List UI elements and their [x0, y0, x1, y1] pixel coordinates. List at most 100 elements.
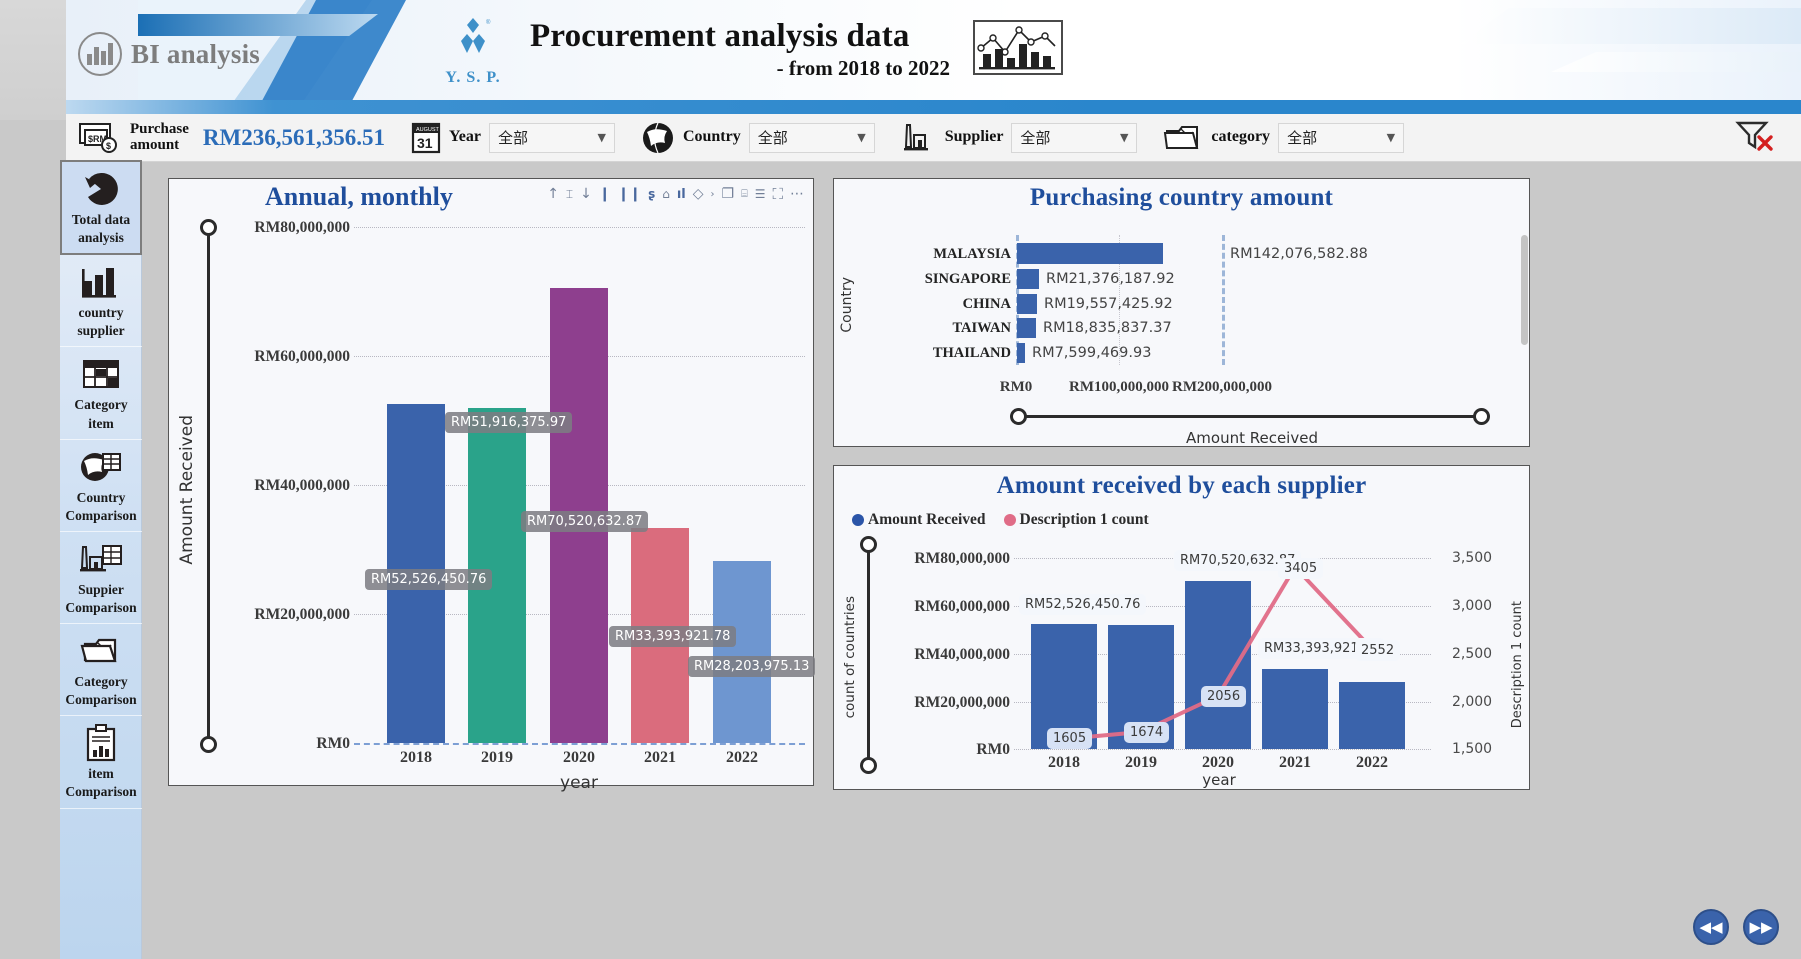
sidebar-item-label: Country: [76, 489, 126, 505]
anchor-icon[interactable]: ⌂: [662, 187, 670, 201]
chevron-icon[interactable]: ›: [711, 189, 715, 200]
country-x-slider-knob-right[interactable]: [1473, 408, 1490, 425]
supplier-x-tick: 2021: [1279, 754, 1311, 771]
annual-y-slider-knob-bottom[interactable]: [200, 736, 217, 753]
clear-filters-button[interactable]: [1735, 118, 1775, 157]
hbar-singapore[interactable]: [1017, 269, 1039, 289]
annual-panel-toolbar[interactable]: ↑ ⌶ ↓ ❙ ❙❙ ʂ ⌂ ıl ◇ › ❐ ⌸ ☰ ⛶ ⋯: [547, 185, 805, 203]
supplier-bar-label-2018: RM52,526,450.76: [1019, 594, 1147, 615]
supplier-y-slider-knob-bottom[interactable]: [860, 757, 877, 774]
supplier-count-label-2020: 2056: [1201, 686, 1247, 707]
next-page-button[interactable]: ▶▶: [1743, 909, 1779, 945]
menu-icon[interactable]: ☰: [755, 187, 766, 201]
drill-icon[interactable]: ıl: [677, 187, 686, 202]
hbar-thailand[interactable]: [1017, 343, 1025, 363]
supplier-dropdown-value: 全部: [1020, 129, 1051, 147]
country-filter[interactable]: Country 全部 ▼: [641, 121, 875, 155]
supplier-y2-tick: 2,000: [1452, 694, 1493, 710]
sidebar-item-label: Category: [74, 397, 128, 413]
year-filter[interactable]: AUGUST 31 Year 全部 ▼: [411, 122, 615, 154]
country-x-slider-track[interactable]: [1017, 415, 1487, 418]
country-x-slider-knob-left[interactable]: [1010, 408, 1027, 425]
bar-icon[interactable]: ❙: [599, 186, 611, 202]
pin-icon[interactable]: ◇: [693, 186, 704, 202]
bar-chart-circle-icon: [78, 32, 122, 76]
country-chart-plot: Country MALAYSIA SINGAPORE CHINA TAIWAN …: [834, 217, 1531, 448]
more-icon[interactable]: ⋯: [790, 186, 805, 202]
clipboard-chart-icon: [82, 723, 120, 763]
y-tick-label: RM60,000,000: [254, 348, 350, 365]
factory-icon: [903, 123, 928, 150]
country-value-singapore: RM21,376,187.92: [1046, 271, 1175, 287]
country-dropdown[interactable]: 全部 ▼: [748, 122, 875, 153]
y-tick-label: RM20,000,000: [254, 606, 350, 623]
filter-icon[interactable]: ⌶: [566, 187, 573, 202]
supplier-count-label-2018: 1605: [1047, 728, 1093, 749]
legend-color-dot: [852, 514, 864, 526]
country-label-singapore: SINGAPORE: [924, 271, 1011, 287]
spotlight-icon[interactable]: ʂ: [648, 187, 655, 201]
supplier-dropdown[interactable]: 全部 ▼: [1011, 122, 1138, 153]
country-x-tick-2: RM200,000,000: [1172, 379, 1272, 395]
year-dropdown[interactable]: 全部 ▼: [488, 122, 615, 153]
annual-panel-header: Annual, monthly ↑ ⌶ ↓ ❙ ❙❙ ʂ ⌂ ıl ◇ › ❐ …: [169, 179, 813, 215]
purchase-amount-value: RM236,561,356.51: [202, 124, 385, 150]
columns-icon[interactable]: ❙❙: [618, 186, 641, 202]
legend-amount-received[interactable]: Amount Received: [852, 511, 986, 529]
hbar-malaysia[interactable]: [1017, 243, 1163, 264]
supplier-filter[interactable]: Supplier 全部 ▼: [901, 121, 1138, 155]
bar-2022[interactable]: [713, 561, 771, 743]
sidebar-item-label: country: [78, 305, 124, 321]
year-filter-label: Year: [448, 128, 481, 146]
supplier-y-slider-knob-top[interactable]: [860, 536, 877, 553]
country-scrollbar[interactable]: [1521, 235, 1528, 345]
annual-x-axis-title: year: [560, 773, 598, 793]
previous-page-button[interactable]: ◀◀: [1693, 909, 1729, 945]
legend-description-1-count[interactable]: Description 1 count: [1003, 511, 1149, 529]
country-label-malaysia: MALAYSIA: [933, 246, 1011, 262]
supplier-bar-2020[interactable]: [1185, 581, 1251, 749]
top-banner: BI analysis ® Y. S. P. Procurement analy…: [0, 0, 1801, 120]
table-icon[interactable]: ⌸: [741, 187, 748, 201]
country-label-thailand: THAILAND: [932, 345, 1011, 361]
annual-y-slider-track[interactable]: [207, 227, 210, 747]
chevron-down-icon: ▼: [1386, 131, 1396, 144]
supplier-y-slider-track[interactable]: [867, 544, 870, 766]
supplier-bar-2022[interactable]: [1339, 682, 1405, 749]
globe-table-icon: [79, 447, 123, 487]
hbar-china[interactable]: [1017, 294, 1037, 314]
supplier-y2-tick: 3,000: [1452, 598, 1493, 614]
sidebar-item-label-2: analysis: [78, 230, 124, 246]
country-panel-title: Purchasing country amount: [1029, 184, 1334, 211]
country-value-taiwan: RM18,835,837.37: [1043, 320, 1172, 336]
category-filter[interactable]: category 全部 ▼: [1163, 121, 1405, 155]
amount-received-by-supplier-panel: Amount received by each supplier Amount …: [833, 465, 1530, 790]
sidebar-item-country-supplier[interactable]: country supplier: [60, 255, 142, 348]
category-filter-label: category: [1211, 128, 1271, 146]
sort-desc-icon[interactable]: ↓: [580, 186, 592, 202]
supplier-bar-2021[interactable]: [1262, 669, 1328, 749]
bar-chart-icon: [80, 262, 122, 302]
sidebar-item-category-item[interactable]: Category item: [60, 347, 142, 440]
sidebar-item-total-data-analysis[interactable]: Total data analysis: [60, 160, 142, 256]
sidebar-item-country-comparison[interactable]: Country Comparison: [60, 440, 142, 532]
sidebar-item-suppier-comparison[interactable]: Suppier Comparison: [60, 532, 142, 625]
filter-clear-icon: [1735, 121, 1773, 151]
purchase-amount-label-1: Purchase: [130, 120, 189, 137]
purchase-amount-kpi: $RM $ Purchase amount RM236,561,356.51: [78, 121, 385, 155]
legend-color-dot: [1003, 514, 1016, 526]
country-gridline-200m: [1222, 235, 1225, 365]
hbar-taiwan[interactable]: [1017, 318, 1036, 338]
sort-asc-icon[interactable]: ↑: [547, 186, 559, 202]
focus-icon[interactable]: ⛶: [772, 185, 783, 203]
copy-icon[interactable]: ❐: [722, 186, 735, 202]
sidebar-item-item-comparison[interactable]: item Comparison: [60, 716, 142, 809]
sidebar-item-label-2: Comparison: [65, 784, 137, 800]
supplier-y-axis-title: count of countries: [842, 596, 858, 719]
folder-icon: [79, 631, 123, 671]
annual-y-slider-knob-top[interactable]: [200, 219, 217, 236]
category-dropdown[interactable]: 全部 ▼: [1278, 122, 1405, 153]
ysp-label: Y. S. P.: [445, 69, 501, 86]
annual-y-axis-title: Amount Received: [177, 415, 197, 565]
sidebar-item-category-comparison[interactable]: Category Comparison: [60, 624, 142, 717]
